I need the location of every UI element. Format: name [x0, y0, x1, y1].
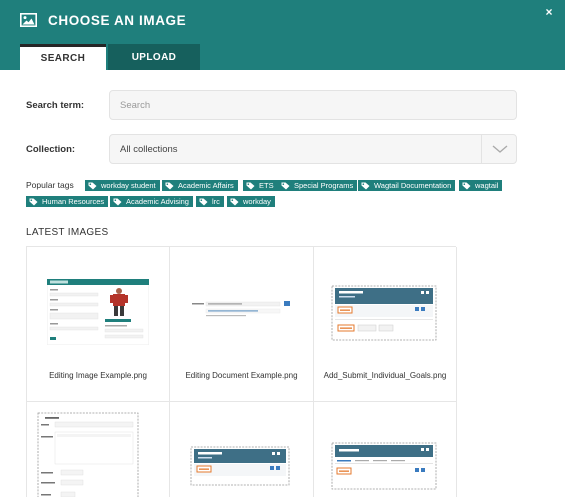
- tab-upload[interactable]: UPLOAD: [108, 44, 200, 70]
- tag-wagtail-documentation[interactable]: Wagtail Documentation: [358, 180, 456, 191]
- tag-special-programs[interactable]: Special Programs: [278, 180, 358, 191]
- image-card[interactable]: [27, 402, 170, 497]
- tag-icon: [230, 198, 239, 205]
- image-card[interactable]: [170, 402, 314, 497]
- search-input[interactable]: [109, 90, 517, 120]
- select-divider: [481, 135, 482, 163]
- image-card[interactable]: Editing Document Example.png: [170, 247, 314, 402]
- modal-title-text: CHOOSE AN IMAGE: [48, 12, 187, 28]
- tag-lrc[interactable]: lrc: [196, 196, 224, 207]
- tag-ets[interactable]: ETS: [243, 180, 278, 191]
- image-caption: Editing Image Example.png: [49, 371, 147, 380]
- tag-academic-advising[interactable]: Academic Advising: [110, 196, 193, 207]
- image-thumbnail: [190, 446, 290, 486]
- image-card[interactable]: Add_Submit_Individual_Goals.png: [314, 247, 457, 402]
- tag-label: ETS: [259, 181, 274, 190]
- tag-label: workday student: [101, 181, 156, 190]
- tag-icon: [199, 198, 208, 205]
- image-caption: Editing Document Example.png: [185, 371, 298, 380]
- tag-workday-student[interactable]: workday student: [85, 180, 160, 191]
- chevron-down-icon: [492, 145, 508, 153]
- search-term-label: Search term:: [26, 100, 85, 111]
- tag-icon: [88, 182, 97, 189]
- image-thumbnail: [331, 285, 437, 341]
- tab-bar: SEARCH UPLOAD: [20, 44, 200, 70]
- collection-label: Collection:: [26, 144, 76, 155]
- tag-human-resources[interactable]: Human Resources: [26, 196, 109, 207]
- image-thumbnail: [47, 279, 149, 345]
- image-grid: Editing Image Example.png Editing Docume…: [26, 246, 457, 497]
- tag-label: lrc: [212, 197, 220, 206]
- tag-workday[interactable]: workday: [227, 196, 275, 207]
- image-card[interactable]: Editing Image Example.png: [27, 247, 170, 402]
- tag-icon: [462, 182, 471, 189]
- image-thumbnail: [190, 300, 294, 324]
- collection-selected-value: All collections: [120, 144, 178, 155]
- tag-label: Academic Affairs: [178, 181, 234, 190]
- tag-icon: [29, 198, 38, 205]
- image-card[interactable]: [314, 402, 457, 497]
- tag-icon: [165, 182, 174, 189]
- tag-icon: [281, 182, 290, 189]
- modal-title: CHOOSE AN IMAGE: [20, 10, 186, 30]
- image-icon: [20, 13, 37, 27]
- close-button[interactable]: ×: [543, 5, 555, 19]
- tag-label: workday: [243, 197, 271, 206]
- tag-academic-affairs[interactable]: Academic Affairs: [162, 180, 238, 191]
- tag-icon: [113, 198, 122, 205]
- popular-tags-label: Popular tags: [26, 180, 74, 190]
- tag-label: Special Programs: [294, 181, 354, 190]
- tag-label: Human Resources: [42, 197, 105, 206]
- tag-label: wagtail: [475, 181, 499, 190]
- image-thumbnail: [37, 412, 139, 497]
- image-thumbnail: [331, 442, 437, 490]
- image-caption: Add_Submit_Individual_Goals.png: [323, 371, 447, 380]
- latest-images-heading: LATEST IMAGES: [26, 227, 109, 238]
- tag-icon: [246, 182, 255, 189]
- tab-search[interactable]: SEARCH: [20, 44, 106, 70]
- tag-label: Wagtail Documentation: [374, 181, 452, 190]
- tag-label: Academic Advising: [126, 197, 189, 206]
- collection-select[interactable]: All collections: [109, 134, 517, 164]
- modal-header: CHOOSE AN IMAGE × SEARCH UPLOAD: [0, 0, 565, 70]
- tag-icon: [361, 182, 370, 189]
- tag-wagtail[interactable]: wagtail: [459, 180, 503, 191]
